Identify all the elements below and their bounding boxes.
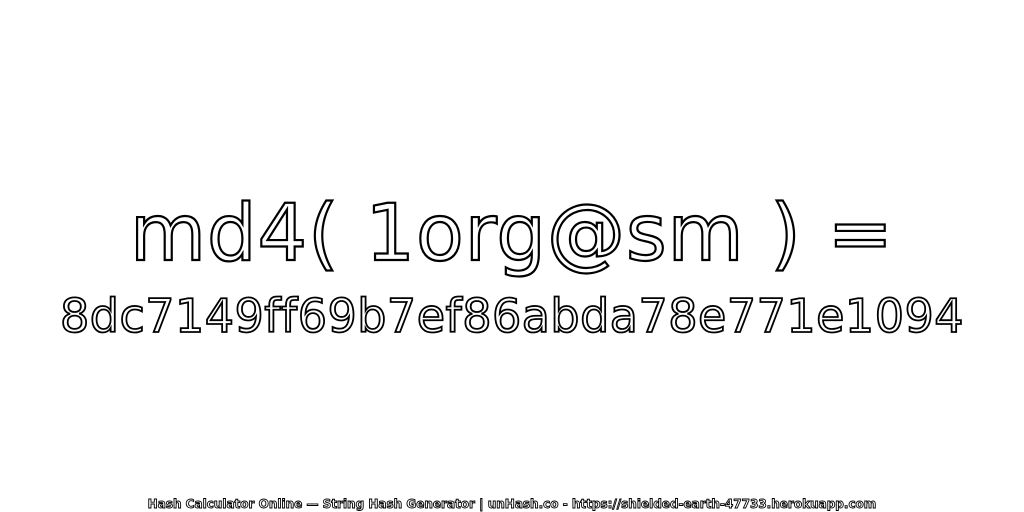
hash-expression-heading: md4( 1org@sm ) = [129,188,894,280]
site-footer-credit: Hash Calculator Online — String Hash Gen… [147,497,877,512]
hash-image-canvas: md4( 1org@sm ) = 8dc7149ff69b7ef86abda78… [0,0,1024,512]
hash-result-value: 8dc7149ff69b7ef86abda78e771e1094 [59,288,964,344]
